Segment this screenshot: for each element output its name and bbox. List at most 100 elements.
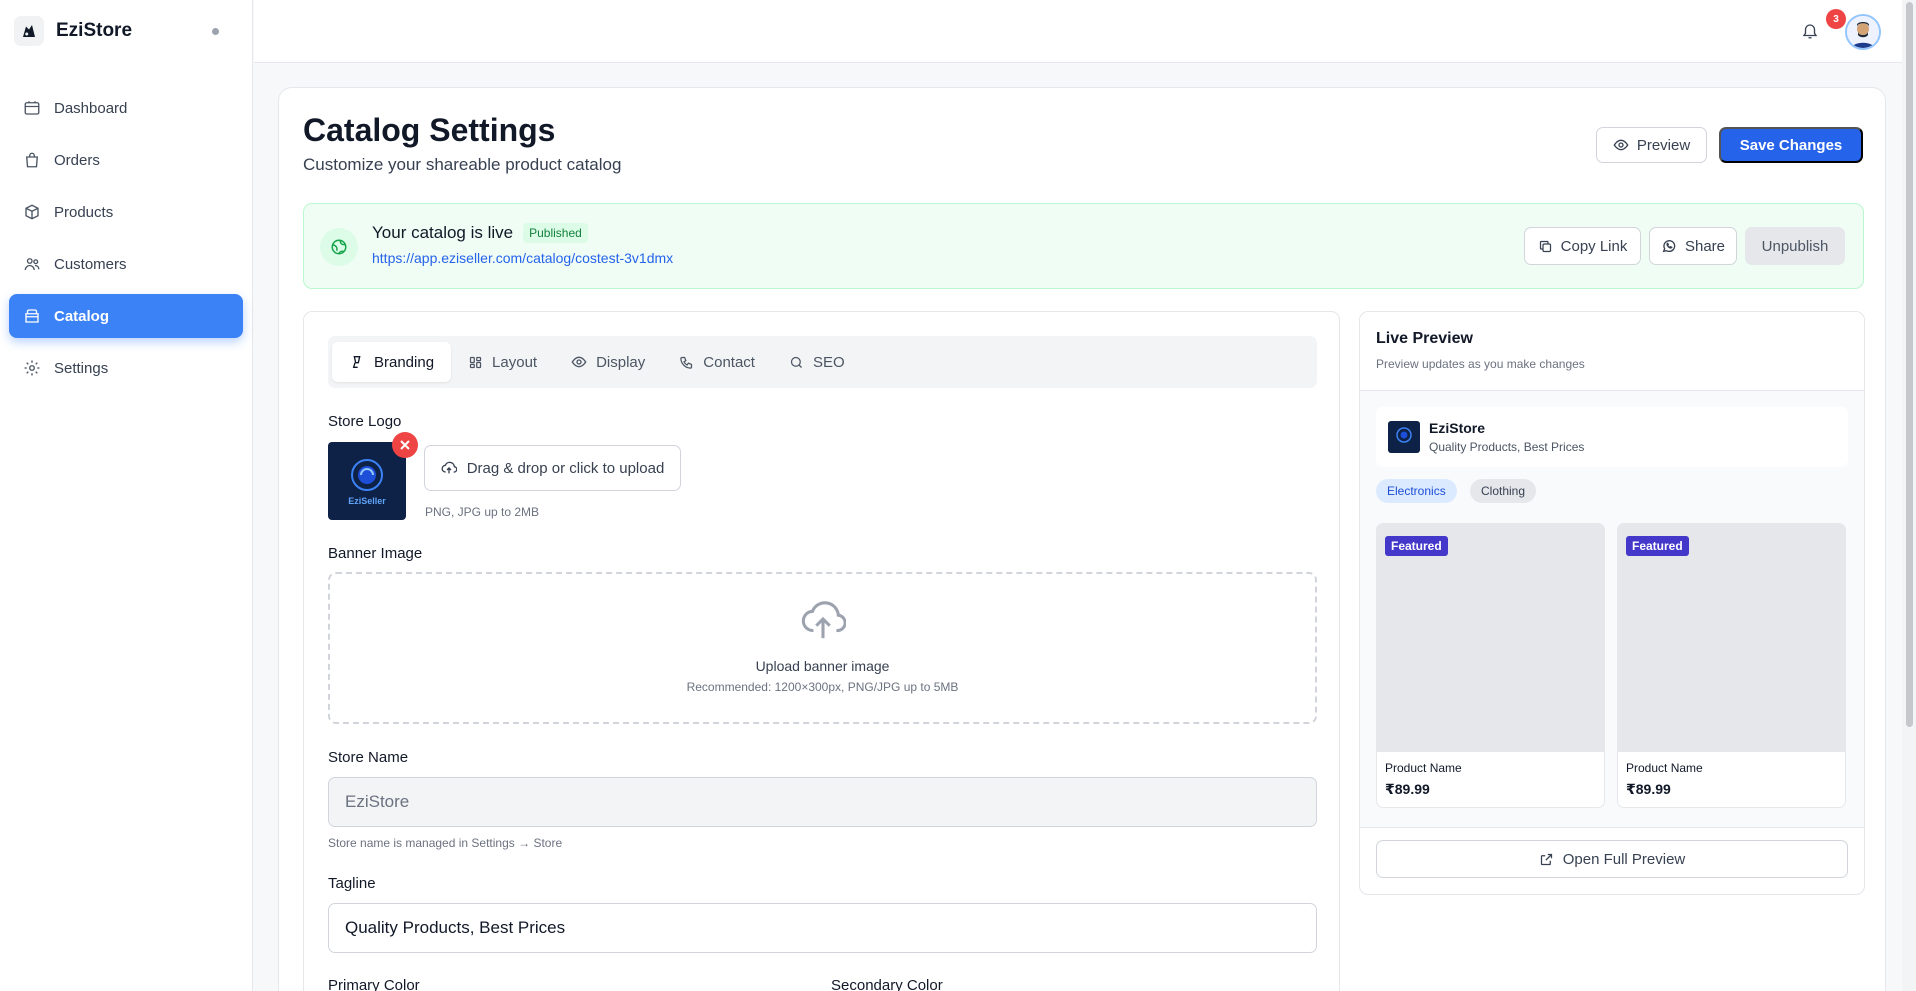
sidebar-item-settings[interactable]: Settings: [9, 346, 243, 390]
sidebar-item-label: Dashboard: [54, 99, 128, 117]
sidebar-collapse-dot[interactable]: [212, 27, 219, 35]
shopping-bag-icon: [26, 152, 38, 168]
store-name-field: EziStore: [328, 777, 1317, 827]
notification-count-badge: 3: [1826, 9, 1846, 29]
avatar[interactable]: [1845, 14, 1881, 50]
external-link-icon: [1540, 853, 1552, 865]
product-image-placeholder: [1618, 524, 1845, 752]
banner-upload-recommendation: Recommended: 1200×300px, PNG/JPG up to 5…: [686, 680, 959, 694]
preview-store-name: EziStore: [1429, 420, 1486, 436]
live-status-text: Your catalog is live: [372, 223, 514, 242]
catalog-url-link[interactable]: https://app.eziseller.com/catalog/costes…: [372, 250, 673, 266]
sidebar-item-dashboard[interactable]: Dashboard: [9, 86, 243, 130]
open-full-preview-button[interactable]: Open Full Preview: [1376, 840, 1848, 878]
page-scrollbar[interactable]: [1902, 0, 1916, 991]
logo-wordmark: EziSeller: [348, 496, 386, 506]
topbar: 3: [254, 0, 1916, 63]
sidebar-item-label: Customers: [54, 255, 127, 273]
logo-upload-hint: PNG, JPG up to 2MB: [425, 505, 540, 519]
copy-link-button[interactable]: Copy Link: [1524, 227, 1641, 265]
unpublish-button[interactable]: Unpublish: [1745, 227, 1845, 265]
preview-store-logo: [1388, 421, 1420, 453]
sidebar-item-catalog[interactable]: Catalog: [9, 294, 243, 338]
branding-form-panel: Branding Layout Display Contact SEO Stor…: [303, 311, 1340, 991]
sidebar-nav: Dashboard Orders Products Customers Cata…: [0, 62, 252, 390]
tagline-input[interactable]: Quality Products, Best Prices: [328, 903, 1317, 953]
remove-logo-icon[interactable]: [392, 432, 418, 458]
tab-seo[interactable]: SEO: [772, 342, 862, 382]
live-status-title: Your catalog is live Published: [372, 223, 588, 243]
open-full-preview-label: Open Full Preview: [1562, 850, 1686, 868]
palette-icon: [352, 356, 361, 368]
upload-button-label: Drag & drop or click to upload: [466, 459, 665, 477]
preview-product-card[interactable]: Featured Product Name ₹89.99: [1617, 523, 1846, 808]
eye-icon: [571, 356, 587, 368]
preview-store-header: EziStore Quality Products, Best Prices: [1376, 407, 1848, 467]
preview-button-label: Preview: [1636, 136, 1691, 154]
tab-label: SEO: [812, 353, 845, 371]
layout-icon: [469, 356, 482, 368]
share-label: Share: [1684, 237, 1726, 255]
preview-category-chip[interactable]: Electronics: [1376, 479, 1457, 503]
catalog-icon: [25, 309, 39, 323]
copy-link-label: Copy Link: [1560, 237, 1628, 255]
product-name: Product Name: [1385, 761, 1462, 775]
banner-upload-title: Upload banner image: [755, 658, 890, 674]
featured-badge: Featured: [1385, 536, 1448, 556]
product-price: ₹89.99: [1626, 781, 1671, 797]
page-title: Catalog Settings: [303, 112, 556, 148]
share-button[interactable]: Share: [1649, 227, 1737, 265]
tab-label: Branding: [374, 353, 435, 371]
scrollbar-thumb[interactable]: [1906, 2, 1913, 727]
brand-logo-icon: [14, 16, 44, 46]
catalog-settings-card: Catalog Settings Customize your shareabl…: [278, 87, 1886, 991]
box-icon: [25, 204, 39, 220]
tab-display[interactable]: Display: [554, 342, 662, 382]
globe-icon: [320, 228, 358, 266]
preview-category-chip[interactable]: Clothing: [1470, 479, 1537, 503]
notification-bell-icon[interactable]: [1799, 20, 1821, 42]
sidebar-item-label: Settings: [54, 359, 109, 377]
store-logo-image: EziSeller: [328, 442, 406, 520]
banner-upload-dropzone[interactable]: Upload banner image Recommended: 1200×30…: [328, 572, 1317, 724]
search-icon: [790, 356, 802, 368]
tab-contact[interactable]: Contact: [662, 342, 772, 382]
eye-icon: [1613, 139, 1629, 151]
page-subtitle: Customize your shareable product catalog: [303, 155, 622, 174]
sidebar-item-label: Orders: [54, 151, 100, 169]
status-badge: Published: [523, 223, 588, 243]
preview-button[interactable]: Preview: [1596, 127, 1707, 163]
sidebar-item-orders[interactable]: Orders: [9, 138, 243, 182]
live-preview-panel: Live Preview Preview updates as you make…: [1359, 311, 1865, 895]
product-price: ₹89.99: [1385, 781, 1430, 797]
logo-upload-button[interactable]: Drag & drop or click to upload: [424, 445, 681, 491]
catalog-live-banner: Your catalog is live Published https://a…: [303, 203, 1864, 289]
preview-canvas: EziStore Quality Products, Best Prices E…: [1360, 390, 1864, 828]
live-preview-title: Live Preview: [1376, 330, 1473, 347]
tab-layout[interactable]: Layout: [451, 342, 554, 382]
product-image-placeholder: [1377, 524, 1604, 752]
sidebar-item-products[interactable]: Products: [9, 190, 243, 234]
gear-icon: [24, 360, 40, 376]
product-name: Product Name: [1626, 761, 1703, 775]
upload-cloud-icon: [441, 461, 457, 474]
featured-badge: Featured: [1626, 536, 1689, 556]
brand-name[interactable]: EziStore: [56, 20, 132, 42]
users-icon: [24, 258, 40, 271]
phone-icon: [680, 356, 693, 369]
store-logo-label: Store Logo: [328, 413, 402, 430]
upload-cloud-icon: [801, 601, 846, 639]
banner-image-label: Banner Image: [328, 545, 423, 562]
tab-label: Contact: [703, 353, 755, 371]
brand: EziStore: [0, 0, 252, 62]
tab-branding[interactable]: Branding: [332, 342, 452, 382]
store-name-label: Store Name: [328, 749, 409, 766]
store-name-hint: Store name is managed in Settings → Stor…: [328, 836, 563, 850]
sidebar-item-customers[interactable]: Customers: [9, 242, 243, 286]
whatsapp-icon: [1662, 240, 1676, 253]
preview-product-card[interactable]: Featured Product Name ₹89.99: [1376, 523, 1605, 808]
sidebar-item-label: Products: [54, 203, 114, 221]
primary-color-label: Primary Color: [328, 977, 420, 991]
dashboard-icon: [24, 101, 40, 115]
save-changes-button[interactable]: Save Changes: [1719, 127, 1863, 163]
